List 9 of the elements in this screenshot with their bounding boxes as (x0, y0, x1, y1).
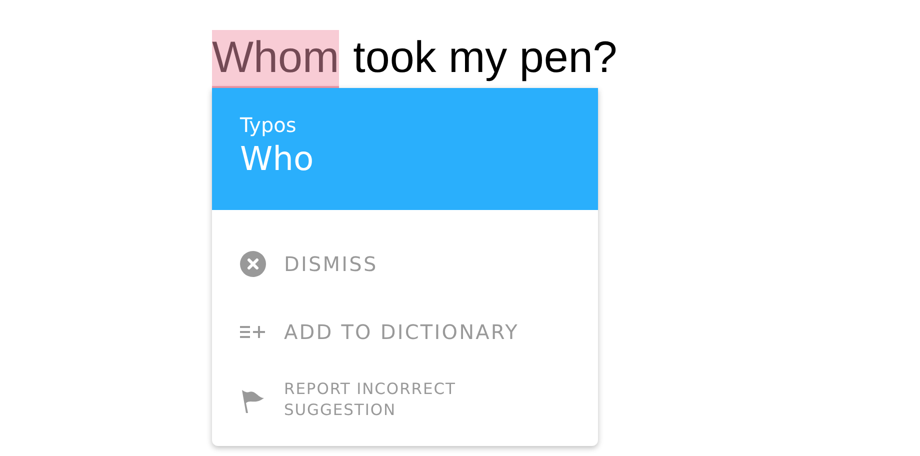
list-plus-icon (240, 325, 266, 339)
add-action[interactable]: ADD TO DICTIONARY (212, 298, 598, 366)
close-icon (240, 251, 266, 277)
category-label: Typos (240, 112, 298, 138)
sentence-text: took my pen? (353, 32, 618, 84)
report-action[interactable]: REPORT INCORRECT SUGGESTION (212, 366, 598, 434)
flagged-word[interactable]: Whom (212, 30, 340, 88)
suggestion-text[interactable]: Who (240, 138, 570, 180)
dismiss-action[interactable]: DISMISS (212, 230, 598, 298)
